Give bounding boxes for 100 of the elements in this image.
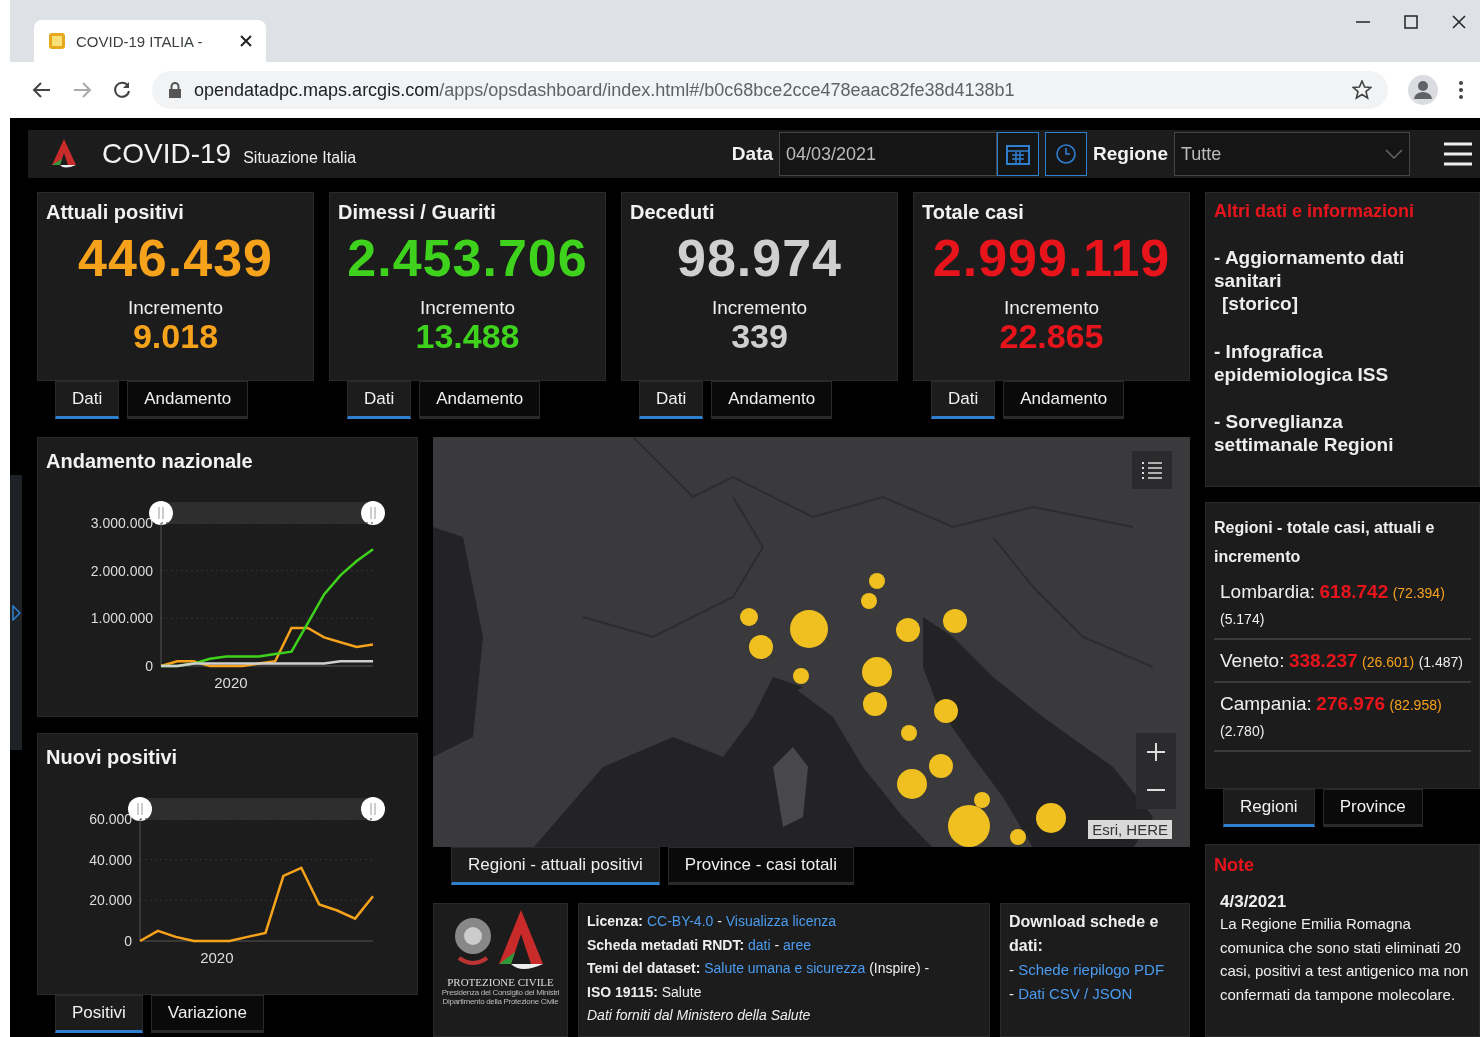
axis-label: 2020 bbox=[200, 949, 234, 966]
tab[interactable]: Regioni - attuali positivi bbox=[451, 847, 660, 886]
tab[interactable]: Variazione bbox=[150, 995, 264, 1033]
active-cases: (82.958) bbox=[1389, 697, 1442, 713]
total-cases: 338.237 bbox=[1288, 650, 1358, 671]
address-bar[interactable]: opendatadpc.maps.arcgis.com/apps/opsdashboard/index.html#/b0c68bce2cce478eaac82fe38d4138b1 bbox=[152, 71, 1388, 109]
star-icon[interactable] bbox=[1352, 80, 1372, 100]
active-cases: (26.601) bbox=[1362, 654, 1415, 670]
app-title: COVID-19 bbox=[102, 138, 232, 170]
date-field[interactable]: 04/03/2021 bbox=[779, 132, 998, 176]
link[interactable]: CC-BY-4.0 bbox=[646, 913, 714, 930]
logo-title: PROTEZIONE CIVILE bbox=[447, 976, 554, 989]
tab[interactable]: Andamento bbox=[127, 381, 249, 419]
more-icon[interactable] bbox=[1458, 80, 1464, 100]
range-handle[interactable] bbox=[361, 501, 385, 525]
increment-value: 9.018 bbox=[132, 319, 219, 355]
stat-value: 2.453.706 bbox=[347, 230, 588, 288]
tab[interactable]: Dati bbox=[931, 381, 996, 419]
increment-label: Incremento bbox=[1003, 297, 1099, 320]
axis-tick-label: 2.000.000 bbox=[90, 562, 153, 579]
regions-title: Regioni - totale casi, attuali e incremento bbox=[1214, 518, 1436, 567]
app-subtitle: Situazione Italia bbox=[243, 149, 357, 167]
region-label: Regione bbox=[1093, 143, 1168, 165]
stat-value: 2.999.119 bbox=[932, 230, 1171, 288]
tab[interactable]: Dati bbox=[639, 381, 704, 419]
active-cases: (72.394) bbox=[1392, 585, 1445, 601]
total-cases: 618.742 bbox=[1319, 581, 1389, 602]
chart-title: Nuovi positivi bbox=[45, 745, 179, 769]
increment-value: 22.865 bbox=[999, 319, 1104, 355]
info-title: Altri dati e informazioni bbox=[1214, 201, 1415, 222]
region-select[interactable]: Tutte bbox=[1174, 132, 1410, 176]
info-link[interactable]: [storico] bbox=[1214, 292, 1449, 316]
axis-tick-label: 0 bbox=[145, 658, 153, 674]
tab[interactable]: Province - casi totali bbox=[667, 847, 854, 886]
tab[interactable]: Andamento bbox=[1003, 381, 1125, 419]
axis-tick-label: 1.000.000 bbox=[90, 610, 153, 627]
download-title: Download schede e dati: bbox=[1009, 912, 1160, 957]
link[interactable]: dati bbox=[748, 936, 771, 953]
zoom-in-button[interactable] bbox=[1136, 733, 1176, 771]
chart-title: Andamento nazionale bbox=[45, 449, 254, 473]
tab[interactable]: Dati bbox=[347, 381, 412, 419]
download-item: - Schede riepilogo PDF bbox=[1009, 960, 1166, 981]
stat-title: Deceduti bbox=[630, 201, 715, 224]
tab[interactable]: Andamento bbox=[711, 381, 833, 419]
link[interactable]: Dati CSV / JSON bbox=[1018, 985, 1133, 1003]
close-icon[interactable] bbox=[240, 35, 252, 47]
axis-label: 2020 bbox=[214, 674, 248, 691]
link[interactable]: Schede riepilogo PDF bbox=[1018, 961, 1165, 979]
license-line: ISO 19115: Salute bbox=[587, 982, 703, 1002]
link[interactable]: Salute umana e sicurezza bbox=[704, 960, 866, 977]
logo-subtitle: Dipartimento della Protezione Civile bbox=[442, 997, 559, 1007]
region-name: Lombardia: bbox=[1220, 581, 1316, 602]
info-link[interactable]: - Infografica epidemiologica ISS bbox=[1214, 340, 1449, 386]
legend-button[interactable] bbox=[1132, 451, 1172, 489]
axis-tick-label: 20.000 bbox=[89, 892, 132, 909]
increment-label: Incremento bbox=[127, 297, 223, 320]
axis-tick-label: 60.000 bbox=[89, 811, 132, 827]
increment-value: 339 bbox=[731, 319, 788, 355]
note-title: Note bbox=[1214, 855, 1255, 876]
axis-tick-label: 0 bbox=[124, 933, 132, 949]
time-button[interactable] bbox=[1045, 132, 1088, 176]
map-attribution: Esri, HERE bbox=[1088, 820, 1172, 840]
increment-label: Incremento bbox=[711, 297, 807, 320]
info-link[interactable]: - Sorveglianza settimanale Regioni bbox=[1214, 410, 1449, 456]
tab[interactable]: Positivi bbox=[55, 995, 143, 1033]
close-icon[interactable] bbox=[1452, 15, 1466, 29]
profile-icon[interactable] bbox=[1408, 75, 1438, 105]
tab[interactable]: Andamento bbox=[419, 381, 541, 419]
side-panel-toggle[interactable] bbox=[10, 475, 22, 750]
calendar-button[interactable] bbox=[997, 132, 1040, 176]
tab[interactable]: Regioni bbox=[1223, 789, 1315, 827]
plus-icon bbox=[1147, 743, 1165, 761]
site-favicon-icon bbox=[48, 32, 66, 50]
increment-value: 13.488 bbox=[415, 319, 520, 355]
axis-tick-label: 40.000 bbox=[89, 851, 132, 868]
back-icon[interactable] bbox=[32, 80, 52, 100]
stat-title: Attuali positivi bbox=[46, 201, 184, 224]
info-link[interactable]: - Aggiornamento dati sanitari bbox=[1214, 246, 1449, 292]
tab[interactable]: Dati bbox=[55, 381, 120, 419]
range-handle[interactable] bbox=[361, 797, 385, 821]
reload-icon[interactable] bbox=[112, 80, 132, 100]
license-line: Scheda metadati RNDT: dati - aree bbox=[587, 935, 813, 955]
chevron-down-icon bbox=[1385, 149, 1403, 159]
total-cases: 276.976 bbox=[1316, 693, 1386, 714]
axis-tick-label: 3.000.000 bbox=[90, 515, 153, 531]
tab[interactable]: Province bbox=[1322, 789, 1423, 827]
increment-value: (5.174) bbox=[1220, 611, 1265, 627]
note-text: La Regione Emilia Romagna comunica che sono stati eliminati 20 casi, positivi a test antigenico ma non confermati da tampone molecolare. bbox=[1219, 914, 1470, 1005]
link[interactable]: aree bbox=[783, 936, 812, 953]
increment-value: (2.780) bbox=[1220, 723, 1265, 739]
increment-value: (1.487) bbox=[1418, 654, 1463, 670]
maximize-icon[interactable] bbox=[1404, 15, 1418, 29]
expand-icon[interactable] bbox=[11, 604, 21, 621]
zoom-out-button[interactable] bbox=[1136, 771, 1176, 809]
calendar-icon bbox=[1006, 143, 1031, 165]
stat-title: Dimessi / Guariti bbox=[338, 201, 496, 224]
menu-icon[interactable] bbox=[1444, 142, 1472, 166]
logo-subtitle: Presidenza del Consiglio dei Ministri bbox=[441, 988, 560, 998]
license-line: Temi del dataset: Salute umana e sicurezza (Inspire) - bbox=[587, 959, 931, 979]
link[interactable]: Visualizza licenza bbox=[725, 913, 836, 930]
